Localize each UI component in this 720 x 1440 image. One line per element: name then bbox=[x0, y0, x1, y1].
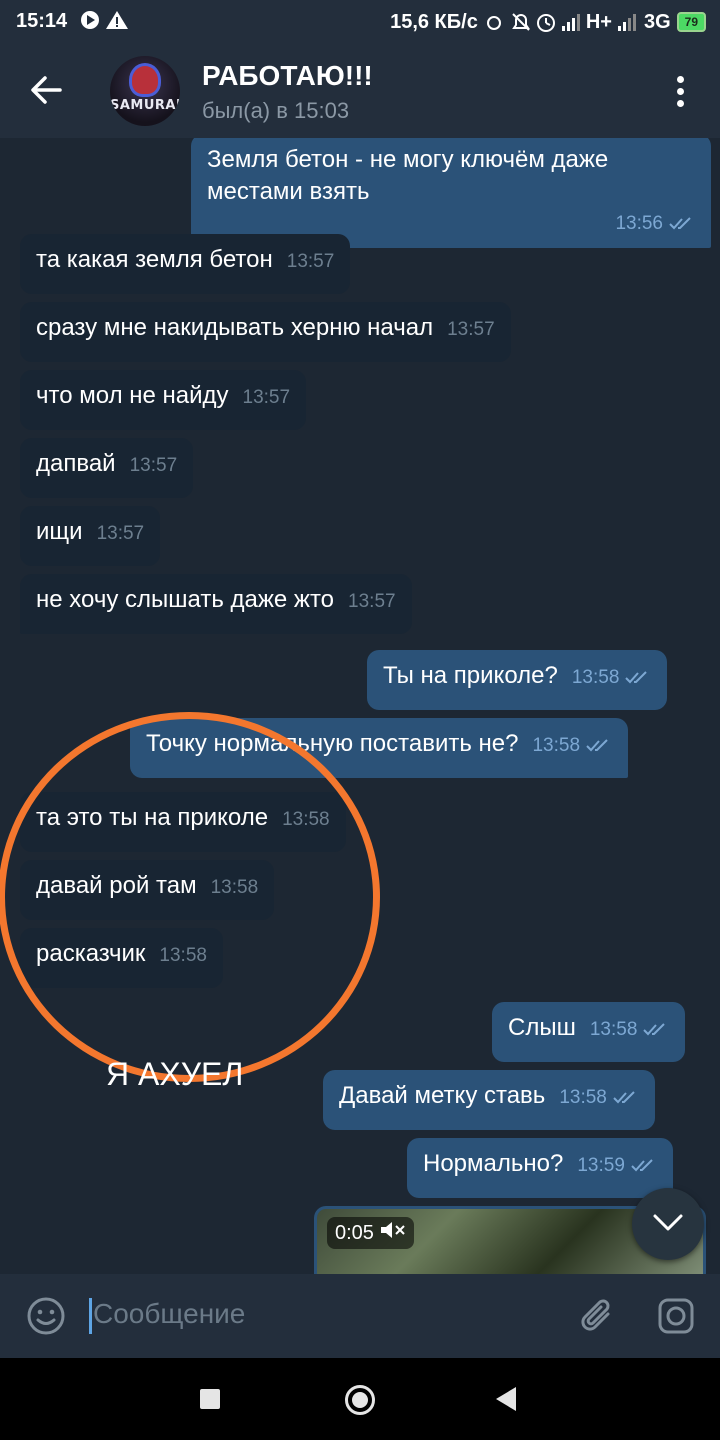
message-time: 13:56 bbox=[615, 213, 663, 234]
message-time: 13:58 bbox=[210, 877, 259, 898]
message-time: 13:57 bbox=[447, 319, 495, 340]
double-check-icon bbox=[631, 1159, 653, 1172]
back-button[interactable] bbox=[26, 70, 66, 110]
paperclip-icon bbox=[581, 1299, 610, 1331]
chat-title[interactable]: РАБОТАЮ!!! bbox=[202, 60, 373, 92]
message-time: 13:58 bbox=[282, 809, 330, 830]
message-incoming[interactable]: та это ты на приколе 13:58 bbox=[20, 792, 346, 852]
message-time: 13:59 bbox=[577, 1155, 625, 1176]
attach-button[interactable] bbox=[578, 1296, 618, 1336]
network-type-1: H+ bbox=[585, 10, 612, 33]
message-time: 13:57 bbox=[242, 387, 291, 408]
double-check-icon bbox=[625, 671, 648, 684]
samurai-mask-icon bbox=[132, 66, 158, 94]
home-button[interactable] bbox=[345, 1385, 375, 1415]
status-icons bbox=[486, 13, 580, 32]
more-menu-button[interactable] bbox=[674, 76, 686, 110]
avatar-logo-text: SAMURAI bbox=[110, 98, 180, 113]
message-outgoing[interactable]: Нормально? 13:59 bbox=[407, 1138, 673, 1198]
message-incoming[interactable]: та какая земля бетон 13:57 bbox=[20, 234, 351, 294]
status-time: 15:14 bbox=[16, 10, 68, 32]
message-incoming[interactable]: ищи 13:57 bbox=[20, 506, 161, 566]
message-outgoing[interactable]: Точку нормальную поставить не? 13:58 bbox=[130, 718, 629, 778]
message-time: 13:58 bbox=[559, 1087, 607, 1108]
arrow-left-icon bbox=[31, 76, 62, 104]
message-outgoing[interactable]: Земля бетон - не могу ключём даже местам… bbox=[191, 138, 711, 248]
message-outgoing[interactable]: Слыш 13:58 bbox=[492, 1002, 686, 1062]
message-time: 13:57 bbox=[286, 251, 335, 272]
scroll-down-button[interactable] bbox=[632, 1188, 704, 1260]
chat-header: SAMURAI РАБОТАЮ!!! был(а) в 15:03 bbox=[0, 42, 720, 138]
video-duration: 0:05 bbox=[327, 1217, 414, 1249]
smiley-icon bbox=[27, 1297, 65, 1335]
message-list: Земля бетон - не могу ключём даже местам… bbox=[0, 138, 720, 1274]
play-and-warning-icon bbox=[81, 11, 128, 29]
notification-icons bbox=[80, 8, 134, 38]
message-incoming[interactable]: не хочу слышать даже жто 13:57 bbox=[20, 574, 412, 634]
double-check-icon bbox=[613, 1091, 635, 1104]
camera-button[interactable] bbox=[656, 1296, 696, 1336]
message-incoming[interactable]: давай рой там 13:58 bbox=[20, 860, 275, 920]
camera-icon bbox=[658, 1298, 694, 1334]
network-type-2: 3G bbox=[643, 10, 671, 33]
system-navigation-bar bbox=[0, 1358, 720, 1440]
message-input-bar: Сообщение bbox=[0, 1274, 720, 1358]
battery-icon: 79 bbox=[676, 12, 706, 32]
annotation-text: Я АХУЕЛ bbox=[106, 1056, 244, 1092]
message-time: 13:58 bbox=[532, 735, 581, 756]
double-check-icon bbox=[643, 1023, 666, 1036]
message-input[interactable]: Сообщение bbox=[93, 1298, 245, 1330]
text-cursor bbox=[89, 1298, 92, 1334]
system-back-button[interactable] bbox=[496, 1387, 516, 1411]
network-speed: 15,6 КБ/с bbox=[390, 10, 478, 33]
double-check-icon bbox=[586, 739, 608, 752]
message-incoming[interactable]: расказчик 13:58 bbox=[20, 928, 223, 988]
message-incoming[interactable]: что мол не найду 13:57 bbox=[20, 370, 307, 430]
signal-icon bbox=[617, 14, 636, 31]
message-time: 13:57 bbox=[96, 523, 145, 544]
last-seen-status: был(а) в 15:03 bbox=[202, 98, 350, 123]
recents-button[interactable] bbox=[200, 1389, 220, 1409]
message-incoming[interactable]: сразу мне накидывать херню начал 13:57 bbox=[20, 302, 511, 362]
message-time: 13:57 bbox=[129, 455, 178, 476]
message-time: 13:58 bbox=[571, 667, 620, 688]
avatar[interactable]: SAMURAI bbox=[110, 56, 180, 126]
message-outgoing[interactable]: Давай метку ставь 13:58 bbox=[323, 1070, 655, 1130]
message-outgoing[interactable]: Ты на приколе? 13:58 bbox=[367, 650, 668, 710]
message-incoming[interactable]: дапвай 13:57 bbox=[20, 438, 194, 498]
message-time: 13:58 bbox=[159, 945, 207, 966]
chevron-down-icon bbox=[653, 1214, 683, 1231]
muted-speaker-icon bbox=[380, 1222, 405, 1238]
emoji-button[interactable] bbox=[26, 1296, 66, 1336]
message-time: 13:58 bbox=[589, 1019, 638, 1040]
status-bar: 15:14 15,6 КБ/с H+ 3G 79 bbox=[0, 0, 720, 42]
message-time: 13:57 bbox=[348, 591, 396, 612]
double-check-icon bbox=[669, 217, 691, 230]
